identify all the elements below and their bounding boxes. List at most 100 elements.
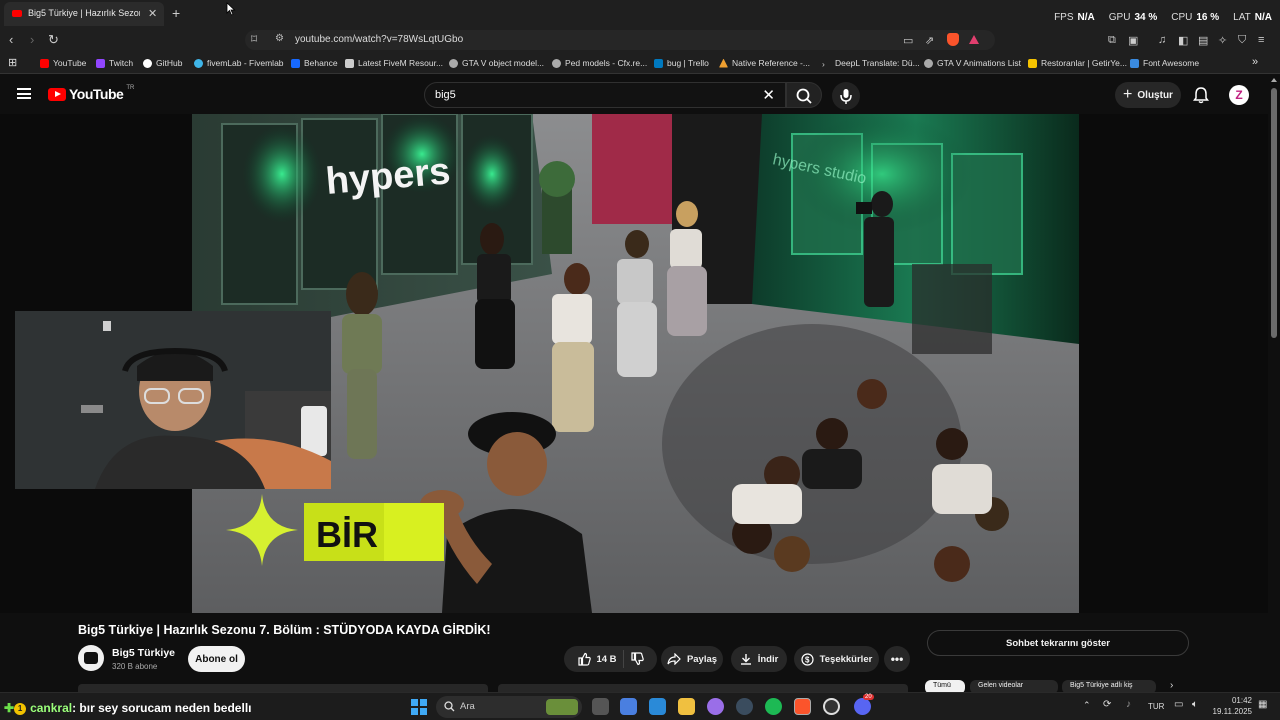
- thanks-button[interactable]: $ Teşekkürler: [794, 646, 879, 672]
- country-code: TR: [126, 85, 135, 91]
- tray-overflow-icon[interactable]: ⌃: [1083, 700, 1091, 711]
- browser-tab[interactable]: Big5 Türkiye | Hazırlık Sezonu 7. ✕: [4, 2, 164, 26]
- media-icon[interactable]: ♫: [1158, 34, 1166, 46]
- copilot-icon[interactable]: [620, 698, 637, 715]
- chat-badge: 1: [14, 703, 27, 715]
- obs-icon[interactable]: [823, 698, 840, 715]
- store-icon[interactable]: [649, 698, 666, 715]
- menu-icon[interactable]: ≡: [1258, 34, 1264, 46]
- bookmark-fivem-resources[interactable]: Latest FiveM Resour...: [345, 58, 443, 68]
- description-box[interactable]: [78, 684, 488, 692]
- address-bar[interactable]: ⌑ ⚙ youtube.com/watch?v=78WsLqtUGbo ▭ ⇗: [245, 30, 995, 50]
- bookmark-gta-animations[interactable]: GTA V Animations List: [924, 58, 1021, 68]
- sidebar-icon[interactable]: ◧: [1178, 34, 1188, 47]
- deepl-icon: ›: [822, 58, 825, 69]
- voice-search-button[interactable]: [832, 82, 860, 110]
- screenshot-icon[interactable]: ▣: [1128, 34, 1138, 47]
- guide-menu-icon[interactable]: [17, 88, 31, 99]
- bookmark-youtube[interactable]: YouTube: [40, 58, 86, 68]
- like-button[interactable]: 14 B: [577, 652, 617, 666]
- tab-title: Big5 Türkiye | Hazırlık Sezonu 7.: [28, 8, 140, 18]
- share-page-icon[interactable]: ⇗: [925, 34, 934, 47]
- task-view-icon[interactable]: [592, 698, 609, 715]
- search-highlight-icon: [546, 699, 578, 715]
- system-clock[interactable]: 01:42 19.11.2025: [1210, 695, 1252, 717]
- like-divider: [622, 650, 624, 668]
- bookmark-twitch[interactable]: Twitch: [96, 58, 133, 68]
- more-actions-button[interactable]: •••: [884, 646, 910, 672]
- brave-taskbar-icon[interactable]: [794, 698, 811, 715]
- show-chat-replay-button[interactable]: Sohbet tekrarını göster: [927, 630, 1189, 656]
- chips-next-icon[interactable]: ›: [1170, 680, 1173, 691]
- bookmark-github[interactable]: GitHub: [143, 58, 182, 68]
- scroll-up-icon[interactable]: [1271, 78, 1277, 82]
- forward-icon[interactable]: ›: [30, 32, 34, 47]
- more-bookmarks-icon[interactable]: »: [1252, 56, 1258, 68]
- super-thanks-icon: $: [801, 652, 814, 666]
- description-box-secondary[interactable]: [498, 684, 908, 692]
- site-settings-icon[interactable]: ⚙: [275, 33, 284, 44]
- windows-start-icon[interactable]: [411, 699, 427, 715]
- mic-tray-icon[interactable]: ♪: [1126, 699, 1131, 710]
- bookmark-trello[interactable]: bug | Trello: [654, 58, 709, 68]
- apps-grid-icon[interactable]: ⊞: [8, 56, 17, 69]
- brave-rewards-icon[interactable]: [969, 35, 979, 44]
- bookmark-deepl[interactable]: › DeepL Translate: Dü...: [822, 58, 920, 69]
- video-title: Big5 Türkiye | Hazırlık Sezonu 7. Bölüm …: [78, 623, 491, 637]
- vpn-icon[interactable]: ⛉: [1238, 34, 1246, 47]
- leo-ai-icon[interactable]: ✧: [1218, 34, 1227, 47]
- sync-icon[interactable]: ⟳: [1103, 699, 1111, 710]
- download-button[interactable]: İndir: [731, 646, 787, 672]
- bookmark-behance[interactable]: Behance: [291, 58, 338, 68]
- bookmark-fivemlab[interactable]: fivemLab - Fivemlab: [194, 58, 284, 68]
- app-icon[interactable]: [707, 698, 724, 715]
- back-icon[interactable]: ‹: [9, 32, 13, 47]
- steam-icon[interactable]: [736, 698, 753, 715]
- bookmark-native-reference[interactable]: Native Reference -...: [719, 58, 810, 68]
- bookmark-icon[interactable]: ⌑: [251, 32, 257, 46]
- notification-center-icon[interactable]: ▦: [1258, 699, 1267, 710]
- notifications-bell-icon[interactable]: [1192, 86, 1210, 104]
- new-tab-icon[interactable]: +: [172, 5, 180, 21]
- reload-icon[interactable]: ↻: [48, 32, 59, 48]
- thumbs-down-icon[interactable]: [630, 652, 644, 666]
- youtube-logo[interactable]: YouTube TR: [48, 85, 135, 102]
- fontawesome-icon: [1130, 58, 1139, 68]
- twitch-icon: [96, 58, 105, 68]
- brave-shields-icon[interactable]: [947, 33, 959, 46]
- search-query: big5: [435, 89, 456, 101]
- file-explorer-icon[interactable]: [678, 698, 695, 715]
- extensions-icon[interactable]: ⧉: [1108, 34, 1116, 47]
- channel-name[interactable]: Big5 Türkiye: [112, 647, 175, 659]
- channel-avatar[interactable]: [78, 645, 104, 671]
- bookmark-font-awesome[interactable]: Font Awesome: [1130, 58, 1199, 68]
- clear-search-icon[interactable]: ✕: [762, 86, 775, 104]
- subscribe-button[interactable]: Abone ol: [188, 646, 245, 672]
- network-icon[interactable]: ▭: [1174, 699, 1183, 710]
- cast-icon[interactable]: ▭: [903, 34, 913, 47]
- stream-chat-message: ✚ 1 cankral: bır sey sorucam neden bedellı: [4, 701, 251, 715]
- create-button[interactable]: + Oluştur: [1115, 82, 1181, 108]
- wallet-icon[interactable]: ▤: [1198, 34, 1208, 47]
- fps-label: FPS: [1054, 12, 1074, 23]
- account-avatar[interactable]: Z: [1229, 85, 1249, 105]
- gta-anim-icon: [924, 58, 933, 68]
- bookmark-gta-object-models[interactable]: GTA V object model...: [449, 58, 544, 68]
- search-input[interactable]: big5 ✕: [424, 82, 786, 108]
- spotify-icon[interactable]: [765, 698, 782, 715]
- channel-subscribers: 320 B abone: [112, 662, 158, 671]
- github-icon: [143, 58, 152, 68]
- search-button[interactable]: [786, 82, 822, 108]
- share-button[interactable]: Paylaş: [661, 646, 723, 672]
- taskbar-search[interactable]: Ara: [436, 696, 582, 718]
- page-scrollbar[interactable]: [1268, 74, 1280, 688]
- scrollbar-thumb[interactable]: [1271, 88, 1277, 338]
- url-text: youtube.com/watch?v=78WsLqtUGbo: [295, 34, 464, 45]
- volume-icon[interactable]: 🔈︎: [1192, 699, 1198, 710]
- language-indicator[interactable]: TUR: [1148, 702, 1164, 711]
- bookmark-ped-models[interactable]: Ped models - Cfx.re...: [552, 58, 647, 68]
- discord-icon[interactable]: [854, 698, 871, 715]
- chat-plus-icon: ✚: [4, 701, 15, 715]
- tab-close-icon[interactable]: ✕: [148, 7, 157, 20]
- bookmark-getir[interactable]: Restoranlar | GetirYe...: [1028, 58, 1127, 68]
